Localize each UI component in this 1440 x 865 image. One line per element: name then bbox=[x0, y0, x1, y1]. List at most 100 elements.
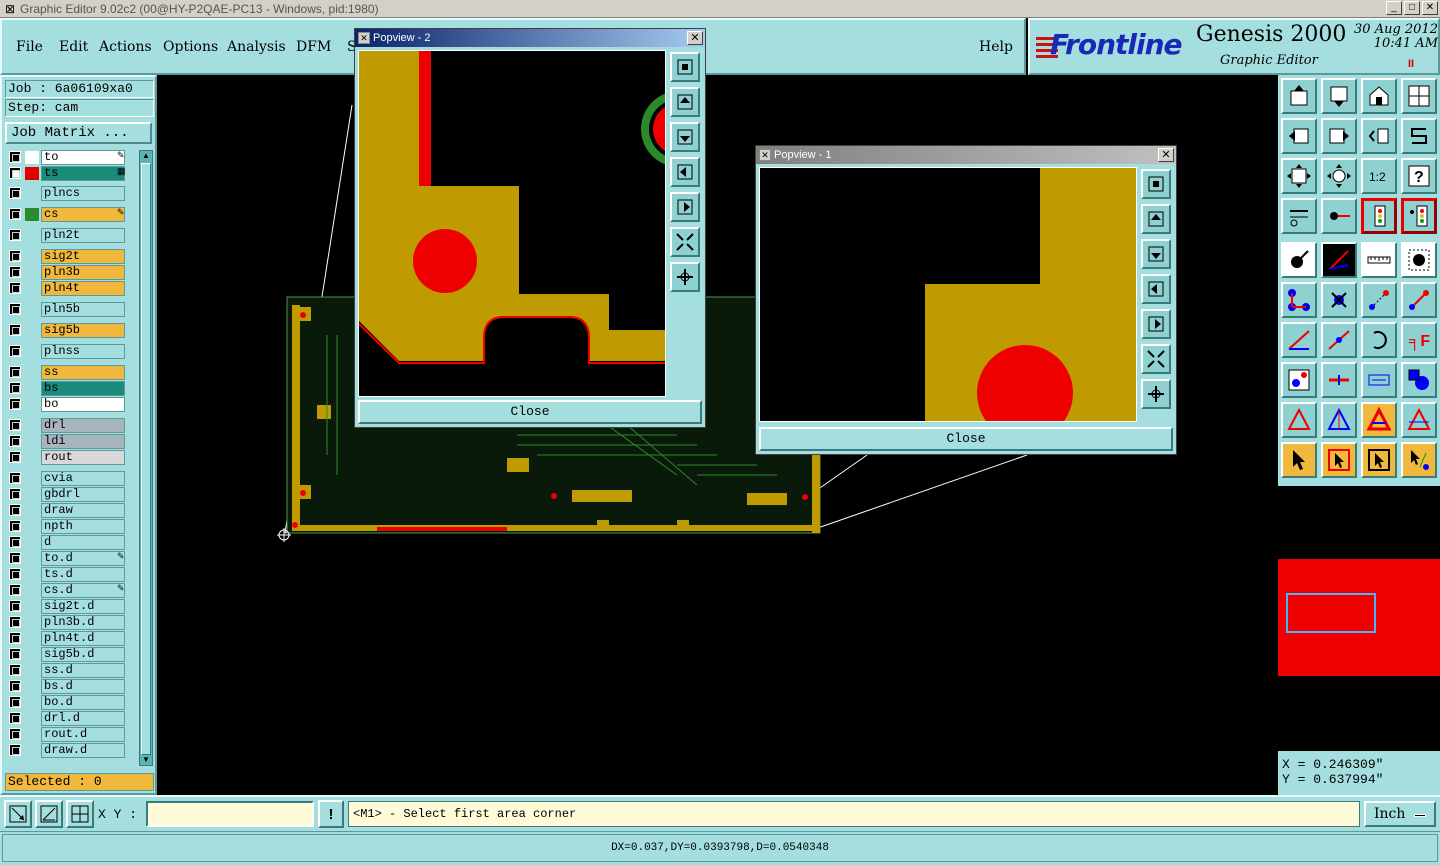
traffic-light-alt-icon[interactable] bbox=[1401, 198, 1437, 234]
layer-row[interactable]: to.d ✎ bbox=[5, 551, 138, 566]
layer-row[interactable]: to ✎ bbox=[5, 150, 138, 165]
pv1-zoom-out-icon[interactable] bbox=[1141, 379, 1171, 409]
layer-name[interactable]: ts bbox=[41, 166, 125, 181]
menu-edit[interactable]: Edit bbox=[59, 39, 88, 55]
layer-checkbox[interactable] bbox=[9, 520, 21, 532]
layer-name[interactable]: rout.d bbox=[41, 727, 125, 742]
layer-row[interactable]: plncs bbox=[5, 186, 138, 201]
layer-checkbox[interactable] bbox=[9, 616, 21, 628]
pv2-pan-left-icon[interactable] bbox=[670, 157, 700, 187]
layer-checkbox[interactable] bbox=[9, 712, 21, 724]
scrollbar-thumb[interactable] bbox=[141, 163, 151, 755]
snap-icon[interactable] bbox=[4, 800, 32, 828]
pv2-pan-right-icon[interactable] bbox=[670, 192, 700, 222]
scroll-up-icon[interactable]: ▲ bbox=[141, 151, 151, 161]
layer-row[interactable]: draw.d bbox=[5, 743, 138, 758]
layer-checkbox[interactable] bbox=[9, 552, 21, 564]
layer-name[interactable]: gbdrl bbox=[41, 487, 125, 502]
layer-row[interactable]: sig2t bbox=[5, 249, 138, 264]
layer-row[interactable]: drl.d bbox=[5, 711, 138, 726]
layer-row[interactable]: sig5b.d bbox=[5, 647, 138, 662]
slope-line-icon[interactable] bbox=[1281, 322, 1317, 358]
text-feature-icon[interactable]: ╕F bbox=[1401, 322, 1437, 358]
copy-feature-icon[interactable] bbox=[1401, 282, 1437, 318]
layer-row[interactable]: ss bbox=[5, 365, 138, 380]
ruler-icon[interactable] bbox=[1361, 242, 1397, 278]
layer-name[interactable]: drl bbox=[41, 418, 125, 433]
layer-name[interactable]: plncs bbox=[41, 186, 125, 201]
triangle-tool-icon[interactable] bbox=[1281, 402, 1317, 438]
draw-line-icon[interactable] bbox=[1321, 322, 1357, 358]
layer-name[interactable]: drl.d bbox=[41, 711, 125, 726]
layer-row[interactable]: pln4t.d bbox=[5, 631, 138, 646]
layer-checkbox[interactable] bbox=[9, 250, 21, 262]
add-line-icon[interactable] bbox=[1321, 242, 1357, 278]
layer-checkbox[interactable] bbox=[9, 648, 21, 660]
layer-name[interactable]: to.d bbox=[41, 551, 125, 566]
layer-row[interactable]: cs.d ✎ bbox=[5, 583, 138, 598]
layer-checkbox[interactable] bbox=[9, 504, 21, 516]
layer-checkbox[interactable] bbox=[9, 151, 21, 163]
pv1-pan-right-icon[interactable] bbox=[1141, 309, 1171, 339]
layer-name[interactable]: bs.d bbox=[41, 679, 125, 694]
layer-list-scrollbar[interactable]: ▲ ▼ bbox=[139, 150, 153, 766]
layer-checkbox[interactable] bbox=[9, 632, 21, 644]
layer-checkbox[interactable] bbox=[9, 167, 21, 179]
layer-checkbox[interactable] bbox=[9, 696, 21, 708]
layer-row[interactable]: bo bbox=[5, 397, 138, 412]
layer-checkbox[interactable] bbox=[9, 488, 21, 500]
pv1-pan-up-icon[interactable] bbox=[1141, 204, 1171, 234]
polygon-tool-icon[interactable] bbox=[1361, 402, 1397, 438]
angle-snap-icon[interactable] bbox=[35, 800, 63, 828]
save-step-icon[interactable] bbox=[1321, 78, 1357, 114]
select-pad-icon[interactable] bbox=[1401, 242, 1437, 278]
layer-name[interactable]: d bbox=[41, 535, 125, 550]
layer-row[interactable]: sig5b bbox=[5, 323, 138, 338]
pv1-zoom-in-icon[interactable] bbox=[1141, 344, 1171, 374]
layer-row[interactable]: cvia bbox=[5, 471, 138, 486]
overview-map[interactable] bbox=[1278, 486, 1440, 751]
minimize-button[interactable]: _ bbox=[1386, 1, 1402, 15]
scroll-down-icon[interactable]: ▼ bbox=[141, 755, 151, 765]
grid-icon[interactable] bbox=[66, 800, 94, 828]
menu-file[interactable]: File bbox=[16, 39, 43, 55]
connect-icon[interactable] bbox=[1281, 282, 1317, 318]
layer-row[interactable]: pln3b bbox=[5, 265, 138, 280]
zoom-1-2-icon[interactable]: 1:2 bbox=[1361, 158, 1397, 194]
open-step-icon[interactable] bbox=[1281, 78, 1317, 114]
layer-name[interactable]: sig5b bbox=[41, 323, 125, 338]
layer-row[interactable]: cs ✎ bbox=[5, 207, 138, 222]
layer-checkbox[interactable] bbox=[9, 536, 21, 548]
layer-row[interactable]: drl bbox=[5, 418, 138, 433]
redraw-icon[interactable] bbox=[1401, 118, 1437, 154]
pv2-zoom-out-icon[interactable] bbox=[670, 262, 700, 292]
layer-name[interactable]: cs bbox=[41, 207, 125, 222]
layer-name[interactable]: ts.d bbox=[41, 567, 125, 582]
step-back-icon[interactable] bbox=[1281, 118, 1317, 154]
layer-row[interactable]: bo.d bbox=[5, 695, 138, 710]
arc-icon[interactable] bbox=[1361, 322, 1397, 358]
layer-row[interactable]: bs.d bbox=[5, 679, 138, 694]
layer-checkbox[interactable] bbox=[9, 664, 21, 676]
pv2-pan-up-icon[interactable] bbox=[670, 87, 700, 117]
layer-checkbox[interactable] bbox=[9, 266, 21, 278]
pause-indicator[interactable]: II bbox=[1408, 58, 1414, 70]
pointer-icon[interactable] bbox=[1281, 442, 1317, 478]
layer-name[interactable]: sig5b.d bbox=[41, 647, 125, 662]
home-icon[interactable] bbox=[1361, 78, 1397, 114]
layer-checkbox[interactable] bbox=[9, 229, 21, 241]
layer-checkbox[interactable] bbox=[9, 208, 21, 220]
layer-checkbox[interactable] bbox=[9, 419, 21, 431]
menu-options[interactable]: Options bbox=[163, 39, 218, 55]
layer-checkbox[interactable] bbox=[9, 728, 21, 740]
layer-row[interactable]: pln4t bbox=[5, 281, 138, 296]
traffic-light-icon[interactable] bbox=[1361, 198, 1397, 234]
pointer-area-icon[interactable] bbox=[1361, 442, 1397, 478]
add-pad-icon[interactable] bbox=[1281, 242, 1317, 278]
layer-name[interactable]: bo.d bbox=[41, 695, 125, 710]
popview-1-close-x[interactable]: ✕ bbox=[1158, 148, 1174, 162]
pv2-zoom-fit-icon[interactable] bbox=[670, 52, 700, 82]
warning-icon[interactable]: ! bbox=[318, 800, 344, 828]
popview-1-close-button[interactable]: Close bbox=[759, 427, 1173, 451]
layer-name[interactable]: pln2t bbox=[41, 228, 125, 243]
